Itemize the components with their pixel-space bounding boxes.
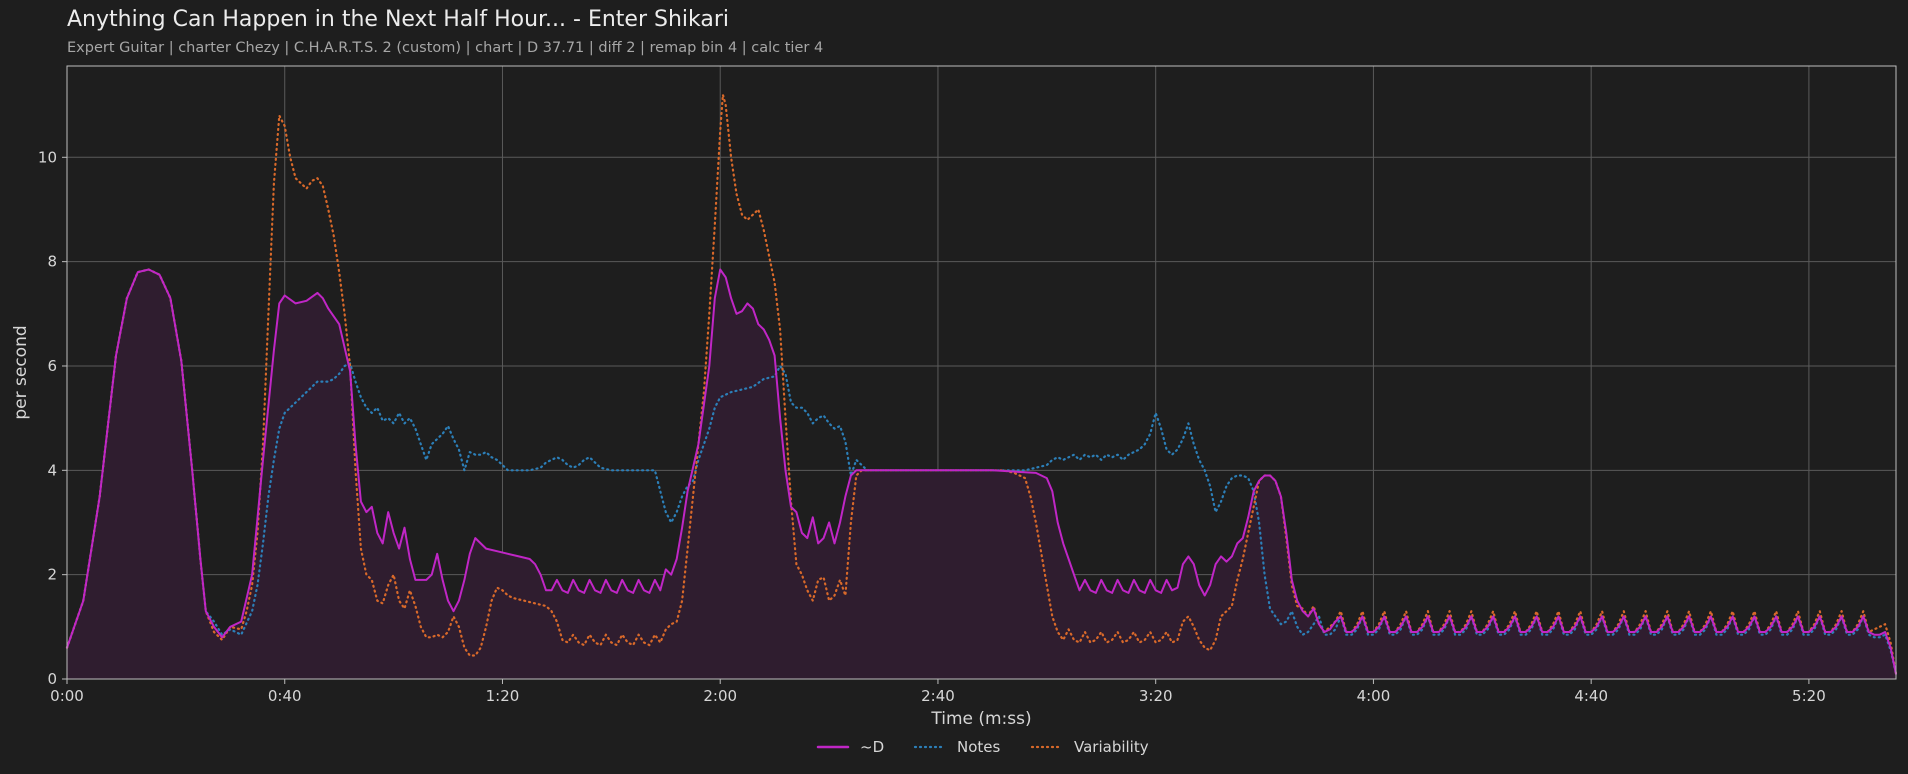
y-axis-ticks: 0 2 4 6 8 10 xyxy=(38,148,67,688)
y-tick-label: 6 xyxy=(47,357,57,375)
x-tick-label: 0:00 xyxy=(50,687,84,705)
y-tick-label: 2 xyxy=(47,566,57,584)
y-tick-label: 10 xyxy=(38,148,57,166)
x-axis-ticks: 0:00 0:40 1:20 2:00 2:40 3:20 4:00 4:40 5:20 xyxy=(50,679,1826,705)
legend-label: Notes xyxy=(957,738,1001,756)
legend: ~D Notes Variability xyxy=(816,738,1149,756)
x-axis-label: Time (m:ss) xyxy=(930,709,1031,729)
x-tick-label: 5:20 xyxy=(1792,687,1826,705)
y-axis-label: per second xyxy=(11,325,31,419)
x-tick-label: 4:00 xyxy=(1357,687,1391,705)
chart-area: 0:00 0:40 1:20 2:00 2:40 3:20 4:00 4:40 5:20 0 2 4… xyxy=(11,65,1898,756)
x-tick-label: 0:40 xyxy=(268,687,302,705)
x-tick-label: 2:40 xyxy=(921,687,955,705)
y-tick-label: 0 xyxy=(47,670,57,688)
x-tick-label: 4:40 xyxy=(1574,687,1608,705)
x-tick-label: 2:00 xyxy=(703,687,737,705)
x-tick-label: 3:20 xyxy=(1139,687,1173,705)
x-tick-label: 1:20 xyxy=(486,687,520,705)
legend-label: ~D xyxy=(860,738,884,756)
legend-label: Variability xyxy=(1074,738,1149,756)
y-tick-label: 8 xyxy=(47,253,57,271)
y-tick-label: 4 xyxy=(47,461,57,479)
